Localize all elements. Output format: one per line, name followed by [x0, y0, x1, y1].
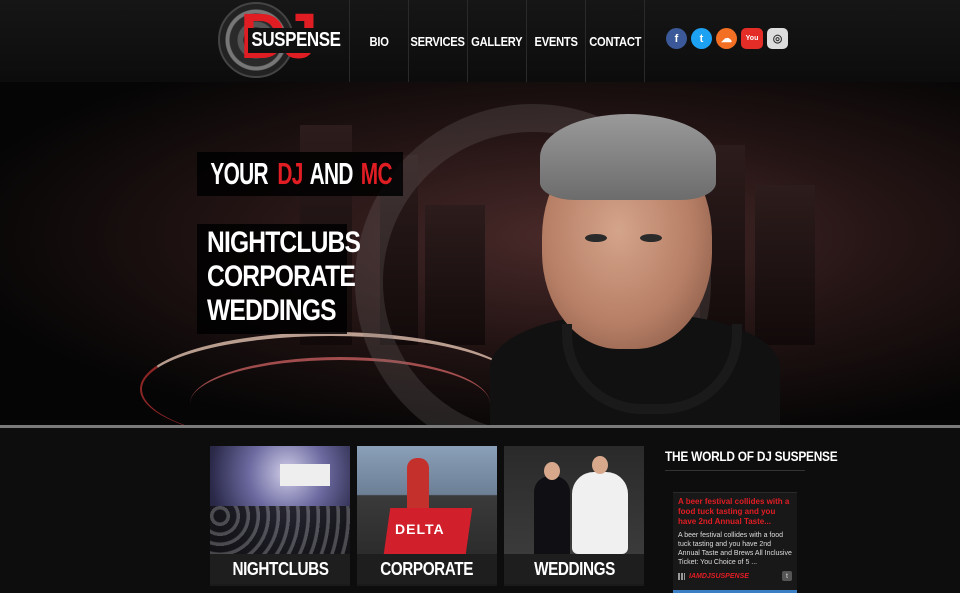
logo-suspense-text: SUSPENSE	[248, 28, 344, 53]
card-label: WEDDINGS	[504, 554, 644, 584]
youtube-icon[interactable]: You	[741, 28, 763, 49]
corporate-photo: DELTA	[357, 446, 497, 554]
site-logo[interactable]: DJ SUSPENSE	[218, 0, 344, 78]
title-underline	[665, 470, 805, 471]
bride-head	[592, 456, 608, 474]
features-section: NIGHTCLUBS DELTA CORPORATE WEDDINGS THE …	[0, 428, 960, 593]
hero-tagline: YOUR DJ AND MC	[197, 152, 403, 196]
hero-banner: YOUR DJ AND MC NIGHTCLUBS CORPORATE WEDD…	[0, 82, 960, 425]
twitter-icon[interactable]: t	[691, 28, 712, 49]
bride-figure	[572, 472, 628, 554]
dj-portrait	[490, 94, 780, 425]
tweet-body: A beer festival collides with a food tuc…	[678, 532, 792, 566]
card-label: CORPORATE	[357, 554, 497, 584]
tweet-widget: A beer festival collides with a food tuc…	[673, 492, 797, 593]
dj-eye	[585, 234, 607, 242]
hero-service-item: CORPORATE	[207, 260, 356, 293]
nav-services[interactable]: SERVICES	[409, 0, 468, 82]
world-title: THE WORLD OF DJ SUSPENSE	[665, 448, 838, 464]
card-weddings[interactable]: WEDDINGS	[504, 446, 644, 586]
stage-screen	[280, 464, 330, 486]
hero-service-item: NIGHTCLUBS	[207, 226, 361, 259]
tweet-title[interactable]: A beer festival collides with a food tuc…	[678, 497, 792, 527]
delta-banner-text: DELTA	[395, 521, 445, 537]
social-links: f t ☁ You ◎	[666, 28, 788, 49]
nav-contact[interactable]: CONTACT	[586, 0, 645, 82]
hero-service-item: WEDDINGS	[207, 294, 337, 327]
nav-gallery[interactable]: GALLERY	[468, 0, 527, 82]
card-corporate[interactable]: DELTA CORPORATE	[357, 446, 497, 586]
nav-bio[interactable]: BIO	[350, 0, 409, 82]
nav-events[interactable]: EVENTS	[527, 0, 586, 82]
card-nightclubs[interactable]: NIGHTCLUBS	[210, 446, 350, 586]
facebook-icon[interactable]: f	[666, 28, 687, 49]
card-label: NIGHTCLUBS	[210, 554, 350, 584]
tweet-footer: IAMDJSUSPENSE t	[678, 571, 792, 581]
groom-head	[544, 462, 560, 480]
dj-eye	[640, 234, 662, 242]
wedding-photo	[504, 446, 644, 554]
nightclub-photo	[210, 446, 350, 554]
twitter-handle[interactable]: IAMDJSUSPENSE	[689, 573, 749, 580]
groom-figure	[534, 476, 570, 554]
twitter-bird-icon[interactable]: t	[782, 571, 792, 581]
crowd	[210, 506, 350, 554]
instagram-icon[interactable]: ◎	[767, 28, 788, 49]
dj-hair	[540, 114, 716, 200]
main-nav: BIO SERVICES GALLERY EVENTS CONTACT	[349, 0, 645, 82]
hero-services-list: NIGHTCLUBS CORPORATE WEDDINGS	[197, 224, 361, 334]
dj-figure	[407, 458, 429, 508]
soundcloud-icon[interactable]: ☁	[716, 28, 737, 49]
site-header: DJ SUSPENSE BIO SERVICES GALLERY EVENTS …	[0, 0, 960, 83]
grid-icon	[678, 572, 685, 580]
